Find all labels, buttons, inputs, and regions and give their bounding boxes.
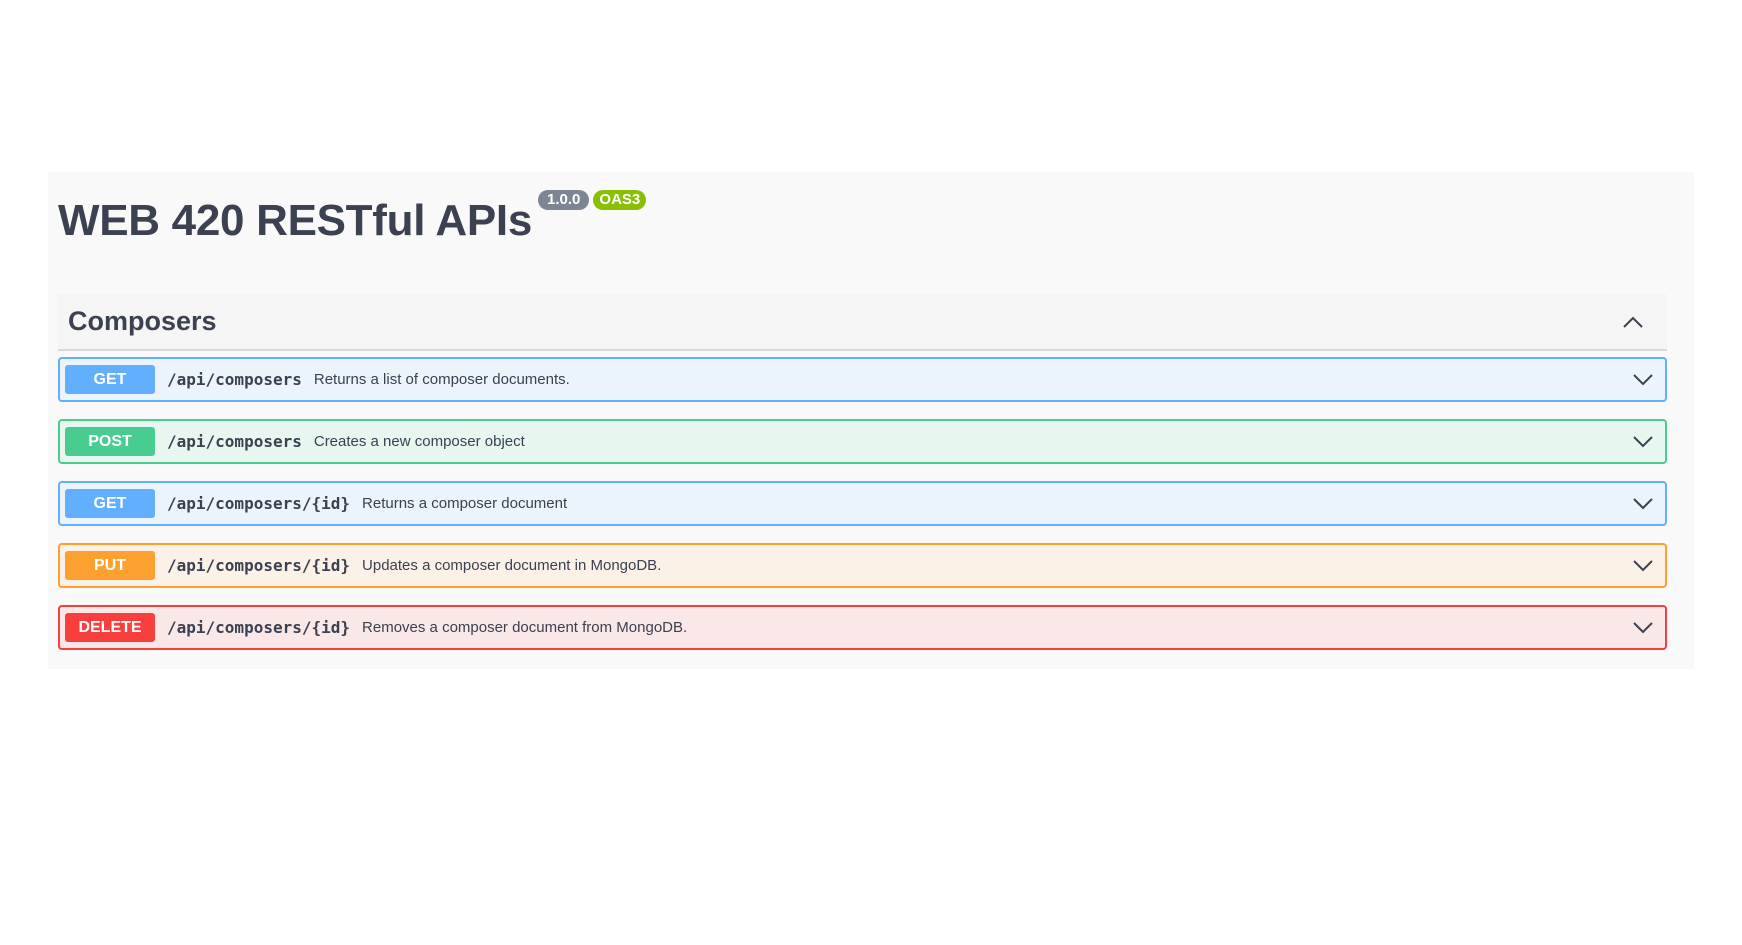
operation-get-composers[interactable]: GET /api/composers Returns a list of com… [58,357,1667,402]
api-title: WEB 420 RESTful APIs [58,196,533,245]
tag-name: Composers [68,306,217,336]
tag-header[interactable]: Composers [58,294,1667,351]
chevron-down-icon[interactable] [1631,554,1655,578]
operation-post-composers[interactable]: POST /api/composers Creates a new compos… [58,419,1667,464]
method-badge-get: GET [65,489,155,518]
method-badge-get: GET [65,365,155,394]
operation-path: /api/composers/{id} [167,494,351,513]
tag-section-composers: Composers GET /api/composers Returns a l… [58,294,1667,650]
operation-path: /api/composers/{id} [167,618,351,637]
operation-summary: Removes a composer document from MongoDB… [362,619,688,636]
version-badge: 1.0.0 [538,190,590,210]
operation-path: /api/composers [167,432,302,451]
title-row: WEB 420 RESTful APIs 1.0.0 OAS3 [58,186,647,256]
operation-get-composer-by-id[interactable]: GET /api/composers/{id} Returns a compos… [58,481,1667,526]
operation-path: /api/composers/{id} [167,556,351,575]
chevron-down-icon[interactable] [1631,430,1655,454]
operation-path: /api/composers [167,370,302,389]
chevron-down-icon[interactable] [1631,616,1655,640]
chevron-down-icon[interactable] [1631,368,1655,392]
oas-badge: OAS3 [593,190,647,210]
operation-summary: Returns a list of composer documents. [313,371,570,388]
method-badge-post: POST [65,427,155,456]
operation-summary: Creates a new composer object [313,433,525,450]
api-info-panel: WEB 420 RESTful APIs 1.0.0 OAS3 Composer… [48,172,1694,669]
operation-delete-composer-by-id[interactable]: DELETE /api/composers/{id} Removes a com… [58,605,1667,650]
operation-summary: Returns a composer document [362,495,568,512]
method-badge-put: PUT [65,551,155,580]
operation-put-composer-by-id[interactable]: PUT /api/composers/{id} Updates a compos… [58,543,1667,588]
chevron-up-icon[interactable] [1613,302,1653,342]
method-badge-delete: DELETE [65,613,155,642]
chevron-down-icon[interactable] [1631,492,1655,516]
operation-summary: Updates a composer document in MongoDB. [362,557,662,574]
